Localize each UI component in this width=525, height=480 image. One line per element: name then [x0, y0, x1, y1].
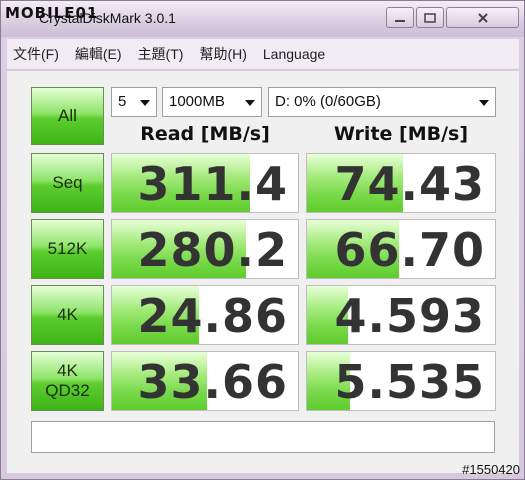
runs-select[interactable]: 5 [111, 87, 157, 117]
512k-read-result: 280.2 [111, 219, 299, 279]
read-column-header: Read [MB/s] [140, 123, 270, 145]
4k-write-value: 4.593 [334, 289, 485, 343]
seq-write-value: 74.43 [334, 157, 485, 211]
menu-bar: 文件(F) 編輯(E) 主題(T) 幫助(H) Language [7, 39, 519, 70]
512k-write-result: 66.70 [306, 219, 496, 279]
minimize-icon [395, 19, 405, 22]
drive-select[interactable]: D: 0% (0/60GB) [268, 87, 496, 117]
title-bar[interactable]: MOBILE01 CrystalDiskMark 3.0.1 [1, 1, 524, 37]
4k-qd32-read-value: 33.66 [137, 355, 288, 409]
menu-language[interactable]: Language [257, 40, 331, 68]
512k-write-value: 66.70 [334, 223, 485, 277]
4k-qd32-read-result: 33.66 [111, 351, 299, 411]
menu-edit[interactable]: 編輯(E) [69, 40, 128, 68]
menu-help[interactable]: 幫助(H) [193, 40, 252, 68]
minimize-button[interactable] [386, 7, 414, 28]
comment-field[interactable] [31, 421, 495, 453]
4k-qd32-write-value: 5.535 [334, 355, 485, 409]
close-icon [477, 12, 488, 23]
4k-button[interactable]: 4K [31, 285, 104, 345]
image-id-tag: #1550420 [462, 462, 520, 477]
maximize-button[interactable] [416, 7, 444, 28]
4k-write-result: 4.593 [306, 285, 496, 345]
seq-read-value: 311.4 [137, 157, 288, 211]
size-select[interactable]: 1000MB [162, 87, 262, 117]
seq-button[interactable]: Seq [31, 153, 104, 213]
seq-write-result: 74.43 [306, 153, 496, 213]
4k-qd32-button[interactable]: 4K QD32 [31, 351, 104, 411]
drive-value: D: 0% (0/60GB) [275, 93, 381, 110]
4k-read-value: 24.86 [137, 289, 288, 343]
size-value: 1000MB [169, 93, 225, 110]
512k-button[interactable]: 512K [31, 219, 104, 279]
menu-file[interactable]: 文件(F) [7, 40, 65, 68]
maximize-icon [424, 12, 436, 23]
4k-read-result: 24.86 [111, 285, 299, 345]
512k-read-value: 280.2 [137, 223, 288, 277]
runs-value: 5 [118, 93, 127, 110]
main-panel: All 5 1000MB D: 0% (0/60GB) Read [MB/s] … [7, 71, 519, 473]
close-button[interactable] [446, 7, 519, 28]
menu-theme[interactable]: 主題(T) [132, 40, 190, 68]
window-title: CrystalDiskMark 3.0.1 [39, 10, 176, 26]
chevron-down-icon [479, 100, 489, 106]
all-button[interactable]: All [31, 87, 104, 145]
write-column-header: Write [MB/s] [333, 123, 469, 145]
chevron-down-icon [140, 100, 150, 106]
chevron-down-icon [245, 100, 255, 106]
app-window: MOBILE01 CrystalDiskMark 3.0.1 文件(F) 編輯(… [0, 0, 525, 480]
4k-qd32-write-result: 5.535 [306, 351, 496, 411]
seq-read-result: 311.4 [111, 153, 299, 213]
